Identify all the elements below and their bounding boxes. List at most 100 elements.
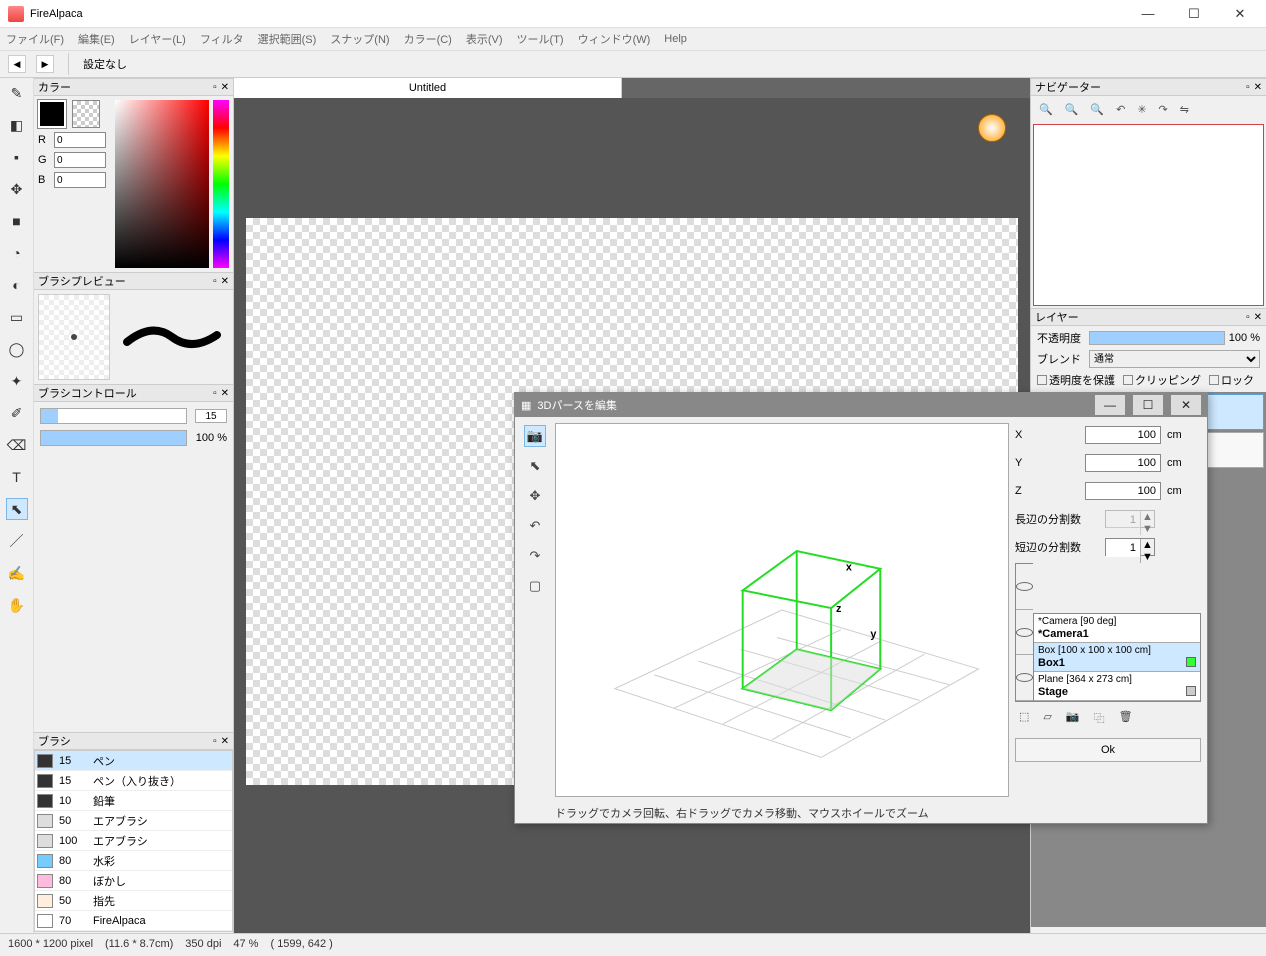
- document-tab[interactable]: Untitled: [234, 78, 622, 98]
- panel-close-icon[interactable]: ✕: [221, 736, 229, 747]
- menu-view[interactable]: 表示(V): [466, 31, 503, 47]
- panel-float-icon[interactable]: ▫: [1246, 82, 1250, 93]
- menu-edit[interactable]: 編集(E): [78, 31, 115, 47]
- select-pen-tool-icon[interactable]: ✐: [6, 402, 28, 424]
- nav-next-button[interactable]: ▶: [36, 55, 54, 73]
- object-list-item[interactable]: *Camera [90 deg]*Camera1: [1034, 614, 1200, 643]
- select-3d-tool-icon[interactable]: ⬉: [524, 455, 546, 477]
- redo-3d-icon[interactable]: ↷: [524, 545, 546, 567]
- canvas-viewport[interactable]: ▦ 3Dパースを編集 — ☐ ✕ 📷 ⬉ ✥ ↶ ↷ ▢: [234, 98, 1030, 935]
- menu-help[interactable]: Help: [664, 33, 687, 45]
- object-list-item[interactable]: Box [100 x 100 x 100 cm]Box1: [1034, 643, 1200, 672]
- menu-snap[interactable]: スナップ(N): [330, 31, 389, 47]
- lock-checkbox[interactable]: ロック: [1209, 372, 1254, 388]
- menu-tool[interactable]: ツール(T): [517, 31, 564, 47]
- panel-float-icon[interactable]: ▫: [1246, 312, 1250, 323]
- color-picker[interactable]: [115, 100, 209, 268]
- rotate-right-icon[interactable]: ↷: [1159, 103, 1168, 116]
- eraser-tool-icon[interactable]: ◧: [6, 114, 28, 136]
- long-div-spinner[interactable]: ▲▼: [1105, 510, 1155, 528]
- zoom-out-icon[interactable]: 🔍: [1065, 103, 1079, 116]
- flip-icon[interactable]: ⇋: [1180, 103, 1189, 116]
- dialog-close-button[interactable]: ✕: [1171, 395, 1201, 415]
- menu-filter[interactable]: フィルタ: [200, 31, 244, 47]
- short-div-spinner[interactable]: ▲▼: [1105, 538, 1155, 556]
- pen-tool-icon[interactable]: ／: [6, 530, 28, 552]
- g-input[interactable]: [54, 152, 106, 168]
- panel-close-icon[interactable]: ✕: [1254, 312, 1262, 323]
- brush-list-item[interactable]: 10鉛筆: [35, 791, 232, 811]
- move-tool-icon[interactable]: ✥: [6, 178, 28, 200]
- menu-color[interactable]: カラー(C): [404, 31, 452, 47]
- brush-tool-icon[interactable]: ✎: [6, 82, 28, 104]
- brush-list-item[interactable]: 70FireAlpaca: [35, 911, 232, 931]
- panel-close-icon[interactable]: ✕: [221, 388, 229, 399]
- dot-tool-icon[interactable]: ▪: [6, 146, 28, 168]
- navigator-preview[interactable]: [1033, 124, 1264, 306]
- menu-layer[interactable]: レイヤー(L): [129, 31, 186, 47]
- x-input[interactable]: [1085, 426, 1161, 444]
- add-camera-icon[interactable]: 📷: [1066, 710, 1080, 726]
- camera-tool-icon[interactable]: 📷: [524, 425, 546, 447]
- brush-list-item[interactable]: 15ペン（入り抜き）: [35, 771, 232, 791]
- eyedropper-tool-icon[interactable]: ✍: [6, 562, 28, 584]
- clipping-checkbox[interactable]: クリッピング: [1123, 372, 1201, 388]
- zoom-fit-icon[interactable]: 🔍: [1090, 103, 1104, 116]
- gradient-tool-icon[interactable]: ◐: [6, 274, 28, 296]
- brush-list[interactable]: 15ペン15ペン（入り抜き）10鉛筆50エアブラシ100エアブラシ80水彩80ぼ…: [34, 750, 233, 932]
- panel-close-icon[interactable]: ✕: [221, 82, 229, 93]
- brush-list-item[interactable]: 100エアブラシ: [35, 831, 232, 851]
- add-plane-icon[interactable]: ▱: [1043, 710, 1051, 726]
- pointer-tool-icon[interactable]: ⬉: [6, 498, 28, 520]
- opacity-slider[interactable]: [1089, 331, 1225, 345]
- protect-alpha-checkbox[interactable]: 透明度を保護: [1037, 372, 1115, 388]
- ok-button[interactable]: Ok: [1015, 738, 1201, 762]
- maximize-button[interactable]: ☐: [1180, 4, 1208, 24]
- minimize-button[interactable]: —: [1134, 4, 1162, 24]
- brush-size-input[interactable]: [195, 409, 227, 423]
- 3d-viewport[interactable]: x z y: [555, 423, 1009, 797]
- dialog-minimize-button[interactable]: —: [1095, 395, 1125, 415]
- brush-list-item[interactable]: 50指先: [35, 891, 232, 911]
- object-radio[interactable]: [1016, 655, 1033, 701]
- close-button[interactable]: ✕: [1226, 4, 1254, 24]
- rotate-reset-icon[interactable]: ✳: [1137, 103, 1146, 116]
- brush-list-item[interactable]: 80水彩: [35, 851, 232, 871]
- object-list[interactable]: *Camera [90 deg]*Camera1Box [100 x 100 x…: [1033, 613, 1201, 702]
- panel-close-icon[interactable]: ✕: [221, 276, 229, 287]
- hue-slider[interactable]: [213, 100, 229, 268]
- panel-float-icon[interactable]: ▫: [213, 276, 217, 287]
- rotate-left-icon[interactable]: ↶: [1116, 103, 1125, 116]
- object-radio[interactable]: [1016, 610, 1033, 656]
- duplicate-object-icon[interactable]: ⿻: [1094, 710, 1105, 726]
- panel-float-icon[interactable]: ▫: [213, 82, 217, 93]
- add-box-icon[interactable]: ⬚: [1019, 710, 1029, 726]
- panel-close-icon[interactable]: ✕: [1254, 82, 1262, 93]
- bucket-tool-icon[interactable]: ◔: [6, 242, 28, 264]
- brush-list-item[interactable]: 15ペン: [35, 751, 232, 771]
- y-input[interactable]: [1085, 454, 1161, 472]
- select-lasso-tool-icon[interactable]: ◯: [6, 338, 28, 360]
- nav-prev-button[interactable]: ◀: [8, 55, 26, 73]
- menu-window[interactable]: ウィンドウ(W): [578, 31, 651, 47]
- object-list-item[interactable]: Plane [364 x 273 cm]Stage: [1034, 672, 1200, 701]
- panel-float-icon[interactable]: ▫: [213, 736, 217, 747]
- dialog-titlebar[interactable]: ▦ 3Dパースを編集 — ☐ ✕: [515, 393, 1207, 417]
- select-rect-tool-icon[interactable]: ▭: [6, 306, 28, 328]
- b-input[interactable]: [54, 172, 106, 188]
- z-input[interactable]: [1085, 482, 1161, 500]
- blend-select[interactable]: 通常: [1089, 350, 1260, 368]
- brush-size-slider[interactable]: [40, 408, 187, 424]
- dialog-maximize-button[interactable]: ☐: [1133, 395, 1163, 415]
- delete-object-icon[interactable]: 🗑: [1119, 710, 1133, 726]
- mascot-icon[interactable]: [978, 114, 1006, 142]
- stop-3d-icon[interactable]: ▢: [524, 575, 546, 597]
- select-eraser-tool-icon[interactable]: ⌫: [6, 434, 28, 456]
- fill-tool-icon[interactable]: ■: [6, 210, 28, 232]
- hand-tool-icon[interactable]: ✋: [6, 594, 28, 616]
- undo-3d-icon[interactable]: ↶: [524, 515, 546, 537]
- object-radio[interactable]: [1016, 564, 1033, 610]
- bg-color-swatch[interactable]: [72, 100, 100, 128]
- menu-selection[interactable]: 選択範囲(S): [258, 31, 317, 47]
- brush-list-item[interactable]: 50エアブラシ: [35, 811, 232, 831]
